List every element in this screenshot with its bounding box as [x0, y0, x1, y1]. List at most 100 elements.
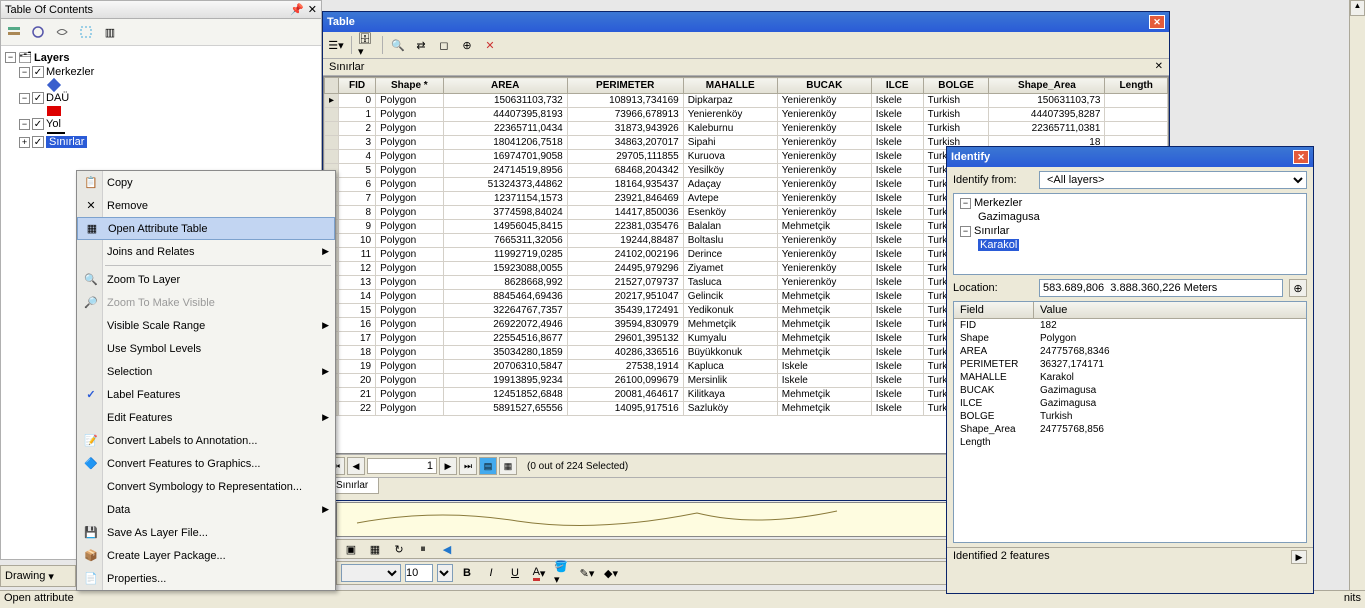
ctx-create-layer-package-[interactable]: 📦Create Layer Package...: [77, 544, 335, 567]
table-titlebar[interactable]: Table ✕: [323, 12, 1169, 32]
ctx-save-as-layer-file-[interactable]: 💾Save As Layer File...: [77, 521, 335, 544]
expander-icon[interactable]: −: [19, 119, 30, 130]
ctx-joins-and-relates[interactable]: Joins and Relates▶: [77, 240, 335, 263]
table-row[interactable]: ▸0Polygon150631103,732108913,734169Dipka…: [325, 94, 1168, 108]
table-options-icon[interactable]: ☰▾: [326, 35, 346, 55]
table-row[interactable]: 2Polygon22365711,043431873,943926Kalebur…: [325, 122, 1168, 136]
nav-next-icon[interactable]: ▶: [439, 457, 457, 475]
expander-icon[interactable]: −: [19, 67, 30, 78]
identify-next-icon[interactable]: ▶: [1291, 550, 1307, 564]
show-all-icon[interactable]: ▤: [479, 457, 497, 475]
ctx-convert-symbology-to-representation-[interactable]: Convert Symbology to Representation...: [77, 475, 335, 498]
identify-tree-item[interactable]: Gazimagusa: [956, 210, 1304, 224]
toc-options-icon[interactable]: ▥: [99, 21, 121, 43]
identify-tree[interactable]: − MerkezlerGazimagusa− SınırlarKarakol: [953, 193, 1307, 275]
identify-attr-row[interactable]: Shape_Area24775768,856: [954, 423, 1306, 436]
scroll-up-icon[interactable]: ▲: [1350, 0, 1365, 16]
tree-root[interactable]: − 🗂 Layers: [5, 50, 321, 65]
ctx-open-attribute-table[interactable]: ▦Open Attribute Table: [77, 217, 335, 240]
ctx-remove[interactable]: ✕Remove: [77, 194, 335, 217]
identify-attr-row[interactable]: ShapePolygon: [954, 332, 1306, 345]
toc-list-by-drawing-icon[interactable]: [3, 21, 25, 43]
data-view-icon[interactable]: ▣: [341, 539, 361, 559]
location-input[interactable]: [1039, 279, 1283, 297]
ctx-data[interactable]: Data▶: [77, 498, 335, 521]
expander-icon[interactable]: −: [960, 198, 971, 209]
switch-selection-icon[interactable]: ⇄: [411, 35, 431, 55]
font-family-select[interactable]: [341, 564, 401, 582]
col-header[interactable]: AREA: [443, 78, 567, 94]
identify-attr-row[interactable]: MAHALLEKarakol: [954, 371, 1306, 384]
marker-color-icon[interactable]: ◆▾: [601, 563, 621, 583]
close-icon[interactable]: ✕: [1149, 15, 1165, 29]
ctx-convert-labels-to-annotation-[interactable]: 📝Convert Labels to Annotation...: [77, 429, 335, 452]
layer-checkbox[interactable]: [32, 92, 44, 104]
underline-icon[interactable]: U: [505, 563, 525, 583]
nav-last-icon[interactable]: ⏭: [459, 457, 477, 475]
app-vscrollbar[interactable]: ▲: [1349, 0, 1365, 590]
toc-layer[interactable]: − DAÜ: [5, 91, 321, 105]
toc-layer[interactable]: − Yol: [5, 117, 321, 131]
back-icon[interactable]: ◀: [437, 539, 457, 559]
toc-layer[interactable]: − Merkezler: [5, 65, 321, 79]
drawing-dd-icon[interactable]: ▾: [48, 570, 54, 583]
identify-attr-row[interactable]: PERIMETER36327,174171: [954, 358, 1306, 371]
show-selected-icon[interactable]: ▦: [499, 457, 517, 475]
col-header[interactable]: Shape_Area: [989, 78, 1105, 94]
toc-layer[interactable]: + Sınırlar: [5, 135, 321, 149]
close-icon[interactable]: ✕: [308, 3, 317, 16]
delete-selected-icon[interactable]: ✕: [480, 35, 500, 55]
map-canvas[interactable]: [336, 502, 956, 537]
related-tables-icon[interactable]: 🗄▾: [357, 35, 377, 55]
ctx-convert-features-to-graphics-[interactable]: 🔷Convert Features to Graphics...: [77, 452, 335, 475]
layout-view-icon[interactable]: ▦: [365, 539, 385, 559]
select-by-attr-icon[interactable]: 🔍: [388, 35, 408, 55]
identify-tree-item[interactable]: − Sınırlar: [956, 224, 1304, 238]
clear-selection-icon[interactable]: ◻: [434, 35, 454, 55]
col-header[interactable]: PERIMETER: [567, 78, 683, 94]
zoom-selected-icon[interactable]: ⊕: [457, 35, 477, 55]
identify-attr-row[interactable]: BUCAKGazimagusa: [954, 384, 1306, 397]
col-header[interactable]: MAHALLE: [683, 78, 777, 94]
col-header[interactable]: Shape *: [376, 78, 443, 94]
nav-prev-icon[interactable]: ◀: [347, 457, 365, 475]
col-header[interactable]: BUCAK: [777, 78, 871, 94]
table-header-close-icon[interactable]: ✕: [1155, 61, 1163, 73]
identify-attr-row[interactable]: ILCEGazimagusa: [954, 397, 1306, 410]
col-header[interactable]: Length: [1105, 78, 1168, 94]
ctx-properties-[interactable]: 📄Properties...: [77, 567, 335, 590]
refresh-icon[interactable]: ↻: [389, 539, 409, 559]
pin-icon[interactable]: 📌: [290, 3, 304, 16]
identify-tree-item[interactable]: − Merkezler: [956, 196, 1304, 210]
close-icon[interactable]: ✕: [1293, 150, 1309, 164]
italic-icon[interactable]: I: [481, 563, 501, 583]
font-size-input[interactable]: [405, 564, 433, 582]
ctx-zoom-to-layer[interactable]: 🔍Zoom To Layer: [77, 268, 335, 291]
identify-titlebar[interactable]: Identify ✕: [947, 147, 1313, 167]
identify-attr-row[interactable]: FID182: [954, 319, 1306, 332]
expander-icon[interactable]: +: [19, 137, 30, 148]
nav-position-input[interactable]: [367, 458, 437, 474]
col-header[interactable]: ILCE: [871, 78, 923, 94]
expander-icon[interactable]: −: [960, 226, 971, 237]
font-color-icon[interactable]: A▾: [529, 563, 549, 583]
bold-icon[interactable]: B: [457, 563, 477, 583]
ctx-visible-scale-range[interactable]: Visible Scale Range▶: [77, 314, 335, 337]
ctx-edit-features[interactable]: Edit Features▶: [77, 406, 335, 429]
line-color-icon[interactable]: ✎▾: [577, 563, 597, 583]
layer-checkbox[interactable]: [32, 66, 44, 78]
ctx-use-symbol-levels[interactable]: Use Symbol Levels: [77, 337, 335, 360]
identify-attr-row[interactable]: BOLGETurkish: [954, 410, 1306, 423]
col-header[interactable]: FID: [339, 78, 376, 94]
fill-color-icon[interactable]: 🪣▾: [553, 563, 573, 583]
identify-attr-row[interactable]: Length: [954, 436, 1306, 449]
toc-list-by-selection-icon[interactable]: [75, 21, 97, 43]
font-size-dd[interactable]: [437, 564, 453, 582]
identify-attrs[interactable]: Field Value FID182ShapePolygonAREA247757…: [953, 301, 1307, 543]
pause-icon[interactable]: ⏸: [413, 539, 433, 559]
table-row[interactable]: 1Polygon44407395,819373966,678913Yeniere…: [325, 108, 1168, 122]
expander-icon[interactable]: −: [5, 52, 16, 63]
layer-checkbox[interactable]: [32, 118, 44, 130]
ctx-label-features[interactable]: ✓Label Features: [77, 383, 335, 406]
col-header[interactable]: BOLGE: [923, 78, 989, 94]
